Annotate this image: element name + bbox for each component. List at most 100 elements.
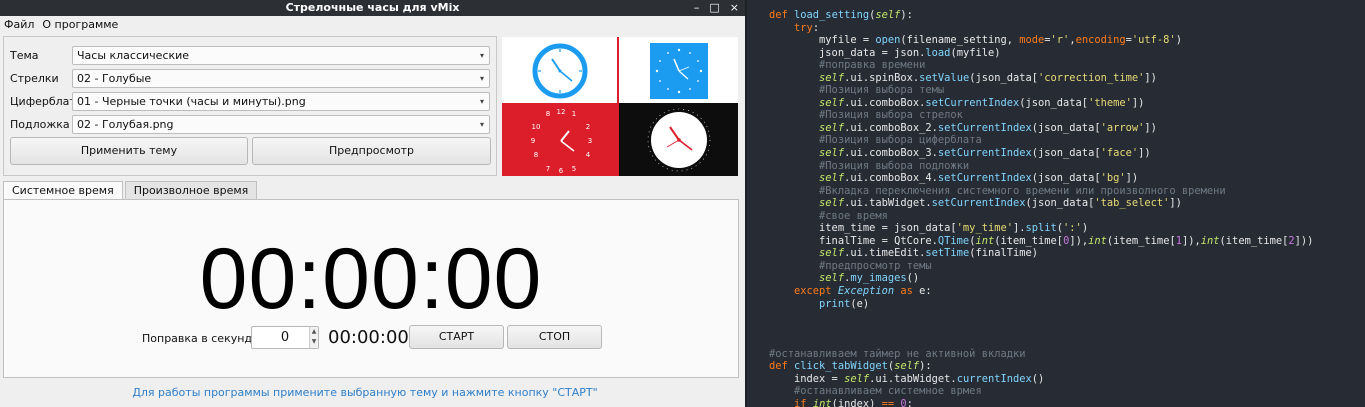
code-line: self.ui.tabWidget.setCurrentIndex(json_d… <box>769 197 1182 210</box>
code-line: self.ui.spinBox.setValue(json_data['corr… <box>769 71 1157 84</box>
red-tile-number: 9 <box>531 137 535 145</box>
code-line: self.ui.comboBox.setCurrentIndex(json_da… <box>769 96 1145 109</box>
preview-tile-white-blue <box>502 37 619 105</box>
menu-about[interactable]: О программе <box>42 16 118 34</box>
arrows-combobox[interactable]: 02 - Голубые ▾ <box>72 68 490 88</box>
code-line: def load_setting(self): <box>769 9 913 21</box>
theme-value: Часы классические <box>77 48 190 62</box>
preview-tile-blue <box>619 37 738 105</box>
dial-value: 01 - Черные точки (часы и минуты).png <box>77 94 306 108</box>
window-title: Стрелочные часы для vMix <box>285 1 460 14</box>
chevron-down-icon: ▾ <box>479 73 484 83</box>
code-line: index = self.ui.tabWidget.currentIndex() <box>769 372 1045 385</box>
chevron-down-icon: ▾ <box>479 50 484 60</box>
background-combobox[interactable]: 02 - Голубая.png ▾ <box>72 114 490 134</box>
code-line: #Позиция выбора подложки <box>769 159 970 172</box>
background-row: Подложка 02 - Голубая.png ▾ <box>10 114 490 134</box>
code-line: if int(index) == 0: <box>794 397 913 407</box>
red-tile-number: 3 <box>588 137 592 145</box>
background-label: Подложка <box>10 117 70 131</box>
menu-file[interactable]: Файл <box>4 16 34 34</box>
red-tile-number: 4 <box>586 151 591 159</box>
preview-tile-black <box>619 103 738 176</box>
stop-button[interactable]: СТОП <box>507 325 602 349</box>
red-tile-number: 5 <box>572 165 576 173</box>
code-line: myfile = open(filename_setting, mode='r'… <box>769 34 1182 47</box>
arrows-value: 02 - Голубые <box>77 71 152 85</box>
preview-button[interactable]: Предпросмотр <box>252 137 491 165</box>
red-tile-number: 2 <box>586 123 590 131</box>
code-line: print(e) <box>819 297 870 310</box>
code-line: #останавливаем таймер не активной вкладк… <box>769 347 1026 360</box>
app-window: Стрелочные часы для vMix – □ × Файл О пр… <box>0 0 745 407</box>
system-time-panel: 00:00:00 Поправка в секундах: 0 ▲ ▼ 00:00… <box>3 199 739 378</box>
code-line: self.ui.comboBox_3.setCurrentIndex(json_… <box>769 147 1151 160</box>
red-tile-number: 7 <box>546 165 550 173</box>
code-line: except Exception as e: <box>794 285 932 298</box>
code-line: self.my_images() <box>769 272 920 285</box>
theme-row: Тема Часы классические ▾ <box>10 45 490 65</box>
minimize-icon[interactable]: – <box>694 0 700 16</box>
tab-custom-time[interactable]: Произволное время <box>124 181 258 200</box>
red-tile-number: 6 <box>559 167 564 175</box>
clock-icon <box>532 43 588 99</box>
theme-preview: 8 12 1 10 2 9 3 8 4 7 6 5 <box>502 37 738 176</box>
apply-theme-button[interactable]: Применить тему <box>10 137 248 165</box>
dial-label: Циферблат <box>10 94 76 108</box>
clock-icon <box>647 108 711 172</box>
code-line: #свое время <box>769 209 888 222</box>
red-tile-number: 8 <box>534 151 538 159</box>
code-line: #Позиция выбора циферблата <box>769 134 982 147</box>
dial-combobox[interactable]: 01 - Черные точки (часы и минуты).png ▾ <box>72 91 490 111</box>
chevron-down-icon: ▾ <box>479 96 484 106</box>
arrows-row: Стрелки 02 - Голубые ▾ <box>10 68 490 88</box>
big-clock-display: 00:00:00 <box>199 231 543 327</box>
small-time-display: 00:00:00 <box>328 327 409 348</box>
code-listing: def load_setting(self): try: myfile = op… <box>769 9 1313 407</box>
code-line: self.ui.timeEdit.setTime(finalTime) <box>769 247 1039 260</box>
clock-icon: 8 12 1 10 2 9 3 8 4 7 6 5 <box>531 108 592 175</box>
red-tile-number: 8 <box>546 110 550 118</box>
maximize-icon[interactable]: □ <box>709 0 719 16</box>
code-line: try: <box>794 21 820 34</box>
code-line: finalTime = QtCore.QTime(int(item_time[0… <box>769 234 1314 247</box>
spin-arrows-icon[interactable]: ▲ ▼ <box>309 327 318 348</box>
red-tile-number: 12 <box>557 108 566 116</box>
code-line: #Вкладка переключения системного времени… <box>769 184 1226 197</box>
code-line: json_data = json.load(myfile) <box>769 46 1001 59</box>
dial-row: Циферблат 01 - Черные точки (часы и мину… <box>10 91 490 111</box>
theme-label: Тема <box>10 48 39 62</box>
code-line: item_time = json_data['my_time'].split('… <box>769 222 1089 235</box>
time-tabs: Системное время Произволное время <box>3 181 259 200</box>
title-bar: Стрелочные часы для vMix – □ × <box>0 0 745 16</box>
chevron-down-icon: ▾ <box>479 119 484 129</box>
theme-settings-group: Тема Часы классические ▾ Стрелки 02 - Го… <box>3 36 497 176</box>
close-icon[interactable]: × <box>730 0 739 16</box>
start-button[interactable]: СТАРТ <box>409 325 504 349</box>
clock-icon <box>650 43 708 99</box>
background-value: 02 - Голубая.png <box>77 117 174 131</box>
correction-spinbox[interactable]: 0 ▲ ▼ <box>251 326 319 349</box>
red-tile-number: 1 <box>572 110 576 118</box>
arrows-label: Стрелки <box>10 71 59 85</box>
code-line: #предпросмотр темы <box>769 259 932 272</box>
red-tile-number: 10 <box>532 123 541 131</box>
code-line: #Позиция выбора темы <box>769 84 945 97</box>
code-line: self.ui.comboBox_4.setCurrentIndex(json_… <box>769 172 1139 185</box>
tab-system-time[interactable]: Системное время <box>3 181 123 200</box>
correction-label: Поправка в секундах: <box>142 332 269 345</box>
code-line: #останавливаем системное врмея <box>769 385 982 398</box>
preview-tile-red: 8 12 1 10 2 9 3 8 4 7 6 5 <box>502 103 619 176</box>
code-line: def click_tabWidget(self): <box>769 360 932 373</box>
correction-value: 0 <box>280 330 290 345</box>
hint-text: Для работы программы примените выбранную… <box>132 386 598 399</box>
code-line: #поправка времени <box>769 59 926 72</box>
code-line: #Позиция выбора стрелок <box>769 109 963 122</box>
code-editor[interactable]: def load_setting(self): try: myfile = op… <box>747 0 1365 407</box>
code-line: self.ui.comboBox_2.setCurrentIndex(json_… <box>769 121 1157 134</box>
menu-bar: Файл О программе <box>0 16 745 34</box>
theme-combobox[interactable]: Часы классические ▾ <box>72 45 490 65</box>
